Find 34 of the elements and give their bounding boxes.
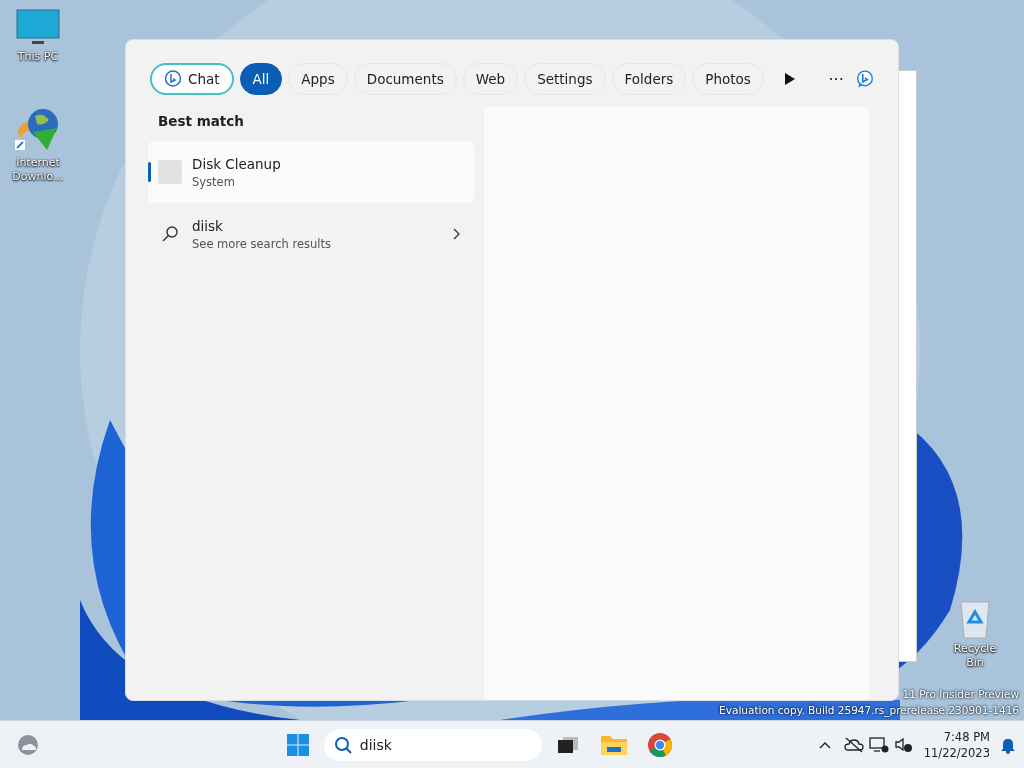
chevron-right-icon — [452, 228, 460, 240]
search-result[interactable]: diisk See more search results — [148, 203, 474, 265]
filter-tab[interactable]: Settings — [524, 63, 606, 95]
clock[interactable]: 7:48 PM 11/22/2023 — [917, 728, 996, 761]
filter-tab[interactable]: Photos — [692, 63, 764, 95]
result-title: diisk — [192, 217, 224, 234]
search-result[interactable]: Disk Cleanup System — [148, 141, 474, 203]
filter-tab[interactable]: All — [239, 63, 283, 95]
cloud-sun-icon — [16, 732, 40, 757]
play-icon — [784, 73, 795, 85]
clock-date: 11/22/2023 — [923, 744, 990, 761]
task-view-icon — [556, 735, 579, 754]
filter-tab[interactable]: Folders — [611, 63, 687, 95]
selection-indicator — [148, 162, 151, 182]
search-field[interactable]: diisk — [323, 728, 542, 761]
bing-chat-icon — [164, 70, 182, 88]
filter-tab[interactable]: Documents — [353, 63, 457, 95]
result-subtitle: System — [192, 174, 236, 189]
cloud-off-icon[interactable] — [843, 736, 864, 753]
result-subtitle: See more search results — [192, 236, 332, 251]
filter-tab[interactable]: Apps — [288, 63, 348, 95]
more-button[interactable]: ··· — [822, 63, 850, 95]
chevron-up-icon — [818, 740, 831, 749]
section-heading: Best match — [158, 113, 245, 129]
clock-time: 7:48 PM — [943, 728, 990, 745]
app-icon — [158, 160, 182, 184]
result-title: Disk Cleanup — [192, 155, 282, 172]
chat-button[interactable]: Chat — [150, 63, 234, 95]
volume-muted-icon[interactable] — [893, 735, 914, 754]
windows-icon — [285, 732, 310, 757]
network-icon[interactable] — [867, 735, 890, 754]
browser-icon — [646, 731, 673, 758]
filter-tab[interactable]: Web — [462, 63, 519, 95]
watermark-text: 11 Pro Insider Preview — [902, 687, 1019, 702]
